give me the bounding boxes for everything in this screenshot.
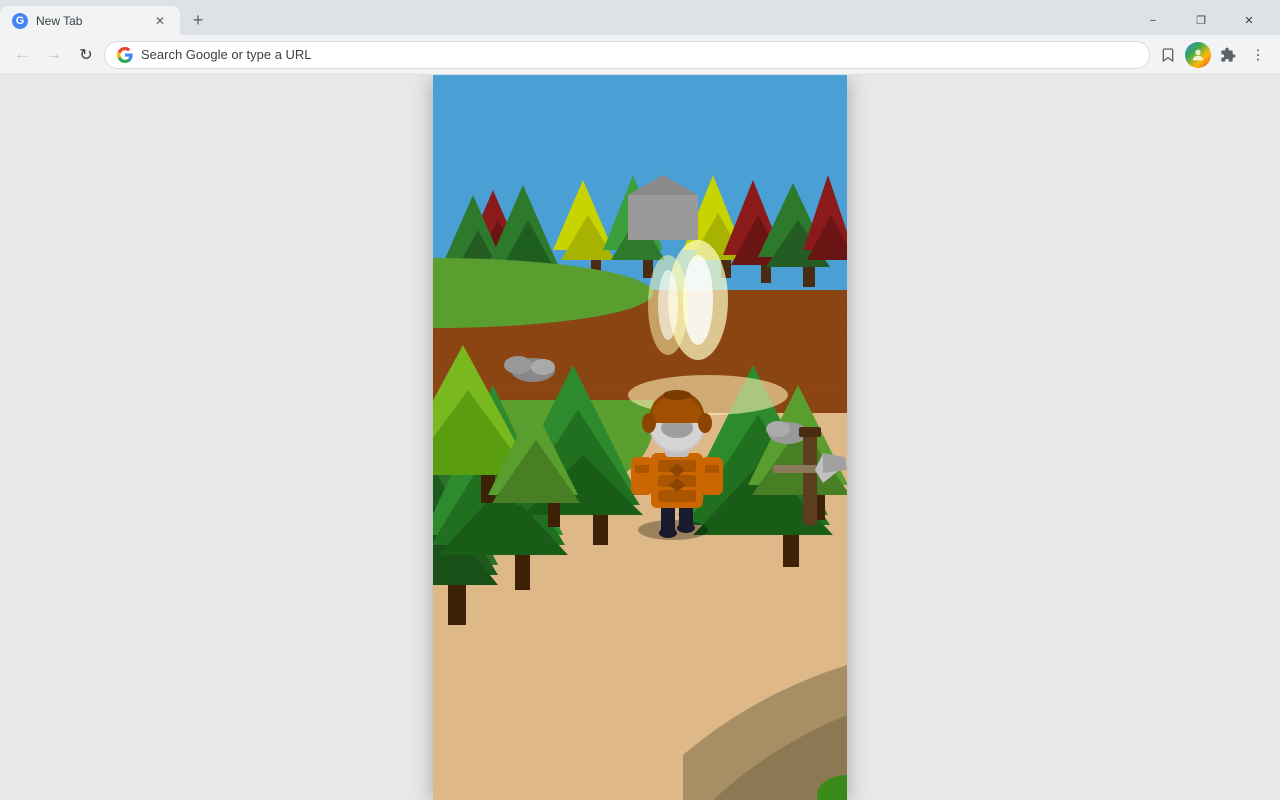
page-content (0, 75, 1280, 800)
char-arm-left (631, 457, 653, 495)
title-bar: G New Tab ✕ + − ❐ ✕ (0, 0, 1280, 35)
profile-avatar (1185, 42, 1211, 68)
address-text: Search Google or type a URL (141, 47, 1137, 62)
toolbar-actions (1154, 41, 1272, 69)
profile-button[interactable] (1184, 41, 1212, 69)
menu-button[interactable] (1244, 41, 1272, 69)
window-controls: − ❐ ✕ (1122, 6, 1280, 35)
tab-title: New Tab (36, 14, 144, 28)
browser-toolbar: ← → ↻ Search Google or type a URL (0, 35, 1280, 75)
back-button[interactable]: ← (8, 41, 36, 69)
chrome-window: G New Tab ✕ + − ❐ ✕ ← → ↻ Search Googl (0, 0, 1280, 800)
char-arm-right (701, 457, 723, 495)
wooden-post (803, 430, 817, 525)
building-back (628, 195, 698, 240)
reload-button[interactable]: ↻ (72, 41, 100, 69)
tab-favicon: G (12, 13, 28, 29)
extensions-button[interactable] (1214, 41, 1242, 69)
google-favicon-icon: G (12, 13, 28, 29)
address-bar[interactable]: Search Google or type a URL (104, 41, 1150, 69)
minimize-button[interactable]: − (1130, 5, 1176, 37)
forward-button[interactable]: → (40, 41, 68, 69)
active-tab[interactable]: G New Tab ✕ (0, 6, 180, 35)
bookmark-button[interactable] (1154, 41, 1182, 69)
new-tab-button[interactable]: + (184, 6, 212, 34)
tab-strip: G New Tab ✕ + (0, 6, 1122, 35)
tab-close-button[interactable]: ✕ (152, 13, 168, 29)
game-canvas (433, 75, 847, 800)
close-button[interactable]: ✕ (1226, 5, 1272, 37)
google-search-icon (117, 47, 133, 63)
game-scene-svg (433, 75, 847, 800)
restore-button[interactable]: ❐ (1178, 5, 1224, 37)
